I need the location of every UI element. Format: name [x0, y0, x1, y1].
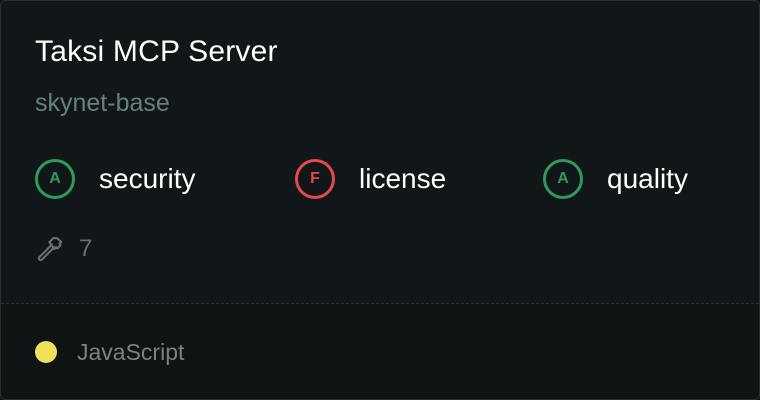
server-owner[interactable]: skynet-base	[35, 89, 170, 118]
license-grade-badge: F	[295, 159, 335, 199]
language-color-dot	[35, 341, 57, 363]
tools-count-row: 7	[35, 233, 92, 265]
security-grade-badge: A	[35, 159, 75, 199]
license-score: F license	[295, 157, 446, 201]
security-score: A security	[35, 157, 195, 201]
language-label: JavaScript	[77, 338, 185, 365]
tools-count: 7	[79, 235, 93, 262]
quality-score: A quality	[543, 157, 688, 201]
security-label: security	[99, 163, 196, 194]
license-label: license	[359, 163, 447, 194]
quality-grade-badge: A	[543, 159, 583, 199]
language-indicator: JavaScript	[35, 336, 184, 368]
hammer-icon	[37, 236, 63, 262]
quality-label: quality	[607, 163, 688, 194]
server-title[interactable]: Taksi MCP Server	[35, 35, 278, 69]
server-card[interactable]: Taksi MCP Server skynet-base A security …	[0, 0, 760, 400]
